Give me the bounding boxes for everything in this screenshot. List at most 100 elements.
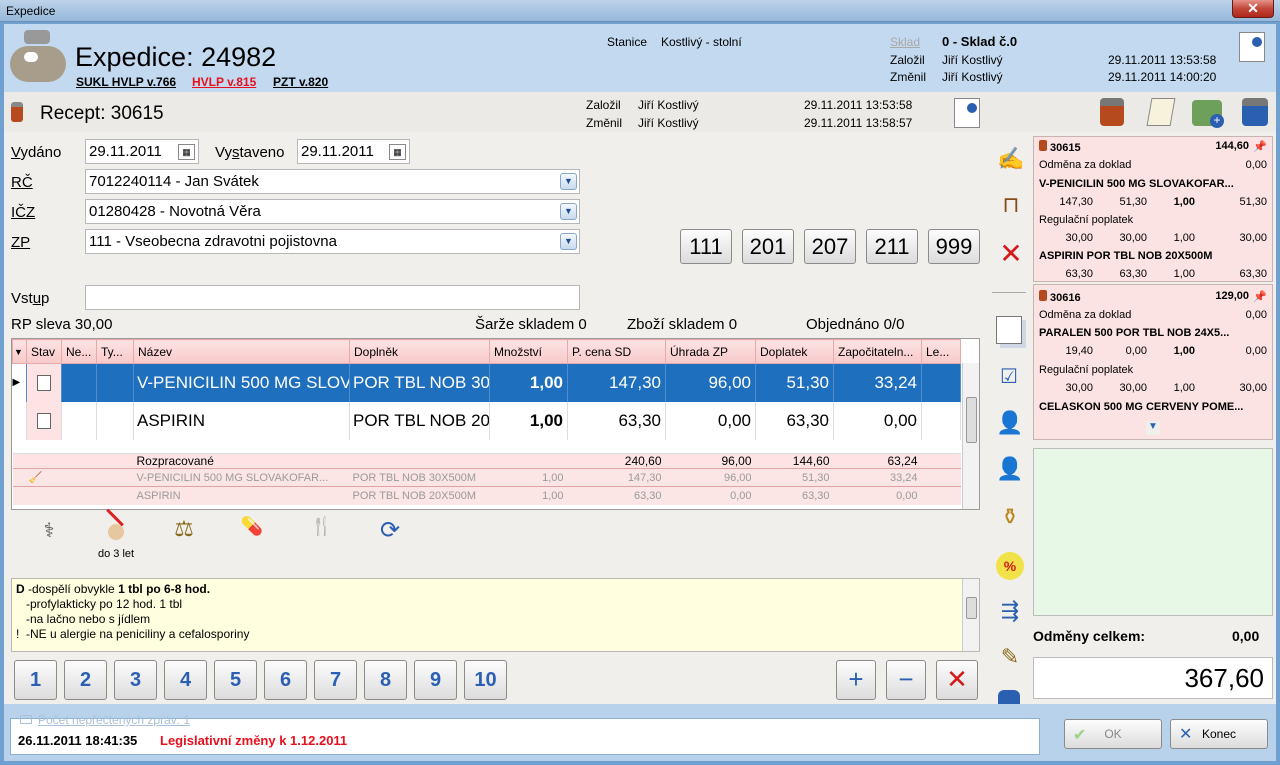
bottle-money-icon[interactable] [1242,98,1268,126]
table-row[interactable]: ASPIRIN POR TBL NOB 20... 1,00 63,30 0,0… [12,401,961,440]
receipt-card-30615[interactable]: 30615 144,60 📌 Odměna za doklad 0,00 V-PENI… [1033,136,1273,282]
unread-messages-link[interactable]: Počet nepřečtených zpráv: 1 [20,713,190,727]
delete-item-button[interactable]: ✕ [936,660,978,700]
partial-blue-icon[interactable] [998,690,1020,704]
insurer-code-button-207[interactable]: 207 [804,229,856,264]
scales-icon[interactable]: ⚖ [169,516,199,542]
col-stav[interactable]: Stav [26,339,62,364]
sub-nazev: V-PENICILIN 500 MG SLOVAKOFAR... [133,468,350,487]
col-doplnek[interactable]: Doplněk [349,339,490,364]
number-button-4[interactable]: 4 [164,660,207,700]
table-row[interactable]: ▶ V-PENICILIN 500 MG SLOV... POR TBL NOB… [12,363,961,402]
transfer-list-icon[interactable]: ⇶ [996,598,1024,626]
note-pin-icon[interactable] [1239,32,1265,62]
edit-pencil-icon[interactable]: ✎ [996,644,1024,672]
money-add-icon[interactable]: + [1192,100,1224,128]
legislative-changes-link[interactable]: Legislativní změny k 1.12.2011 [160,733,347,748]
icz-combobox[interactable]: 01280428 - Novotná Věra ▼ [85,199,580,224]
notes-scrollbar[interactable] [962,579,979,651]
header-selector-icon[interactable]: ▼ [12,339,27,364]
bottle-icon [1039,140,1047,151]
col-cena[interactable]: P. cena SD [567,339,666,364]
notes-line1b: 1 tbl po 6-8 hod. [118,582,211,596]
checklist-icon[interactable]: ☑ [996,364,1022,392]
vstup-input[interactable] [85,285,580,310]
insurer-code-button-201[interactable]: 201 [742,229,794,264]
person-patient-icon[interactable]: 👤 [996,456,1024,486]
edit-status-icon[interactable] [26,401,62,440]
recept-zmenil-label: Změnil [586,116,623,130]
receipt-card-30616[interactable]: 30616 129,00 📌 Odměna za doklad 0,00 PARALE… [1033,284,1273,440]
number-button-5[interactable]: 5 [214,660,257,700]
cell-mnozstvi: 1,00 [489,401,568,440]
cutlery-pill-icon[interactable]: 🍴 [306,516,338,542]
caduceus-icon[interactable]: ⚕ [36,518,62,542]
sklad-label[interactable]: Sklad [890,35,920,49]
sum-zapocit: 63,24 [833,453,922,469]
remove-item-button[interactable]: − [886,660,926,700]
number-button-9[interactable]: 9 [414,660,457,700]
insurer-code-button-111[interactable]: 111 [680,229,732,264]
chevron-down-icon[interactable]: ▼ [560,173,577,190]
red-cancel-icon[interactable]: ✕ [996,240,1026,270]
row-pointer-icon: ▶ [12,363,27,402]
refresh-cycle-icon[interactable]: ⟳ [374,516,406,544]
discount-percent-icon[interactable]: % [996,552,1024,580]
mortar-icon[interactable]: ⚱ [996,504,1024,534]
add-item-button[interactable]: + [836,660,876,700]
col-zapocit[interactable]: Započitateln... [833,339,922,364]
stamp-approve-icon[interactable]: ✍ [996,146,1026,176]
card-r4: 30,00 [1239,382,1267,394]
number-button-10[interactable]: 10 [464,660,507,700]
card-drug2: CELASKON 500 MG CERVENY POME... [1039,401,1244,413]
number-button-1[interactable]: 1 [14,660,57,700]
calendar-icon[interactable]: ▦ [389,144,406,160]
ok-button[interactable]: ✔ OK [1064,719,1162,749]
zp-combobox[interactable]: 111 - Vseobecna zdravotni pojistovna ▼ [85,229,580,254]
rc-combobox[interactable]: 7012240114 - Jan Svátek ▼ [85,169,580,194]
col-doplatek[interactable]: Doplatek [755,339,834,364]
vydano-date-field[interactable]: 29.11.2011 ▦ [85,139,199,164]
copy-documents-icon[interactable] [996,316,1022,344]
col-ty[interactable]: Ty... [96,339,134,364]
chevron-down-icon[interactable]: ▼ [560,233,577,250]
pin-icon[interactable]: 📌 [1253,290,1267,303]
number-button-6[interactable]: 6 [264,660,307,700]
baby-bottle-icon[interactable] [104,508,126,542]
col-nazev[interactable]: Název [133,339,350,364]
sub-row[interactable]: 🧹 V-PENICILIN 500 MG SLOVAKOFAR... POR T… [12,468,961,487]
expand-chevron-icon[interactable]: ▼ [1146,421,1160,435]
number-button-8[interactable]: 8 [364,660,407,700]
konec-button[interactable]: ✕ Konec [1170,719,1268,749]
person-pharmacist-icon[interactable]: 👤 [996,410,1024,440]
edit-status-icon[interactable] [26,363,62,402]
pin-icon[interactable]: 📌 [1253,140,1267,153]
vystaveno-date-field[interactable]: 29.11.2011 ▦ [297,139,410,164]
stamp-table-icon[interactable]: ⊓ [996,192,1026,222]
odmeny-value: 0,00 [1232,628,1260,644]
calendar-icon[interactable]: ▦ [178,144,195,160]
col-uhrada[interactable]: Úhrada ZP [665,339,756,364]
number-button-7[interactable]: 7 [314,660,357,700]
number-button-2[interactable]: 2 [64,660,107,700]
medicine-bottle-toolbar-icon[interactable] [1100,98,1124,126]
hvlp-version-link[interactable]: HVLP v.815 [192,75,256,89]
sub-row[interactable]: ASPIRIN POR TBL NOB 20X500M 1,00 63,30 0… [12,486,961,505]
chevron-down-icon[interactable]: ▼ [560,203,577,220]
col-mnozstvi[interactable]: Množství [489,339,568,364]
grid-scrollbar[interactable] [962,363,979,509]
number-button-3[interactable]: 3 [114,660,157,700]
recept-note-pin-icon[interactable] [954,98,980,128]
plus-icon: + [848,664,864,694]
insurer-code-button-211[interactable]: 211 [866,229,918,264]
card-w1: 63,30 [1065,268,1093,280]
close-window-button[interactable]: ✕ [1232,0,1274,18]
col-le[interactable]: Le... [921,339,961,364]
sukl-version-link[interactable]: SUKL HVLP v.766 [76,75,176,89]
col-ne[interactable]: Ne... [61,339,97,364]
pill-cutlery-icon[interactable]: 💊 [236,516,268,542]
cell-doplnek: POR TBL NOB 20... [349,401,490,440]
insurer-code-button-999[interactable]: 999 [928,229,980,264]
prescription-pen-icon[interactable] [1146,98,1176,126]
pzt-version-link[interactable]: PZT v.820 [273,75,328,89]
